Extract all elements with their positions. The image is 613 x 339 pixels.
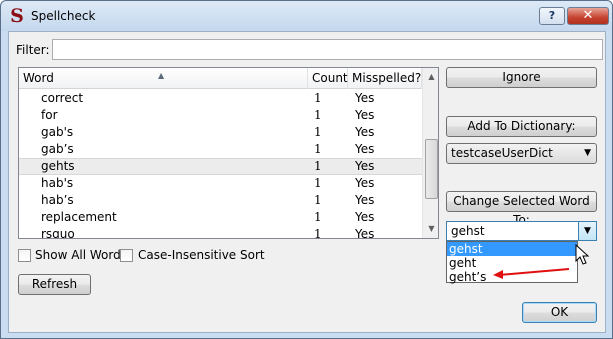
- filter-label: Filter:: [16, 43, 50, 57]
- refresh-button[interactable]: Refresh: [18, 274, 91, 295]
- list-item[interactable]: rsquo 1 Yes: [19, 226, 422, 239]
- spellcheck-s-icon: S: [10, 5, 24, 27]
- annotation-arrow-icon: [493, 268, 570, 279]
- count-cell: 1: [314, 176, 322, 190]
- word-list[interactable]: Word ▲ Count Misspelled? correct 1 Yes f…: [18, 67, 439, 239]
- filter-input[interactable]: [52, 39, 603, 60]
- spellcheck-window: S Spellcheck ? ✕ Filter: Word ▲ Count Mi…: [0, 0, 613, 339]
- list-item[interactable]: hab's 1 Yes: [19, 175, 422, 192]
- word-cell: for: [41, 108, 58, 122]
- count-cell: 1: [314, 125, 322, 139]
- misspelled-cell: Yes: [355, 210, 375, 224]
- list-item[interactable]: hab’s 1 Yes: [19, 192, 422, 209]
- word-cell: gab’s: [41, 142, 74, 156]
- word-cell: rsquo: [41, 227, 75, 239]
- word-cell: hab’s: [41, 193, 74, 207]
- count-cell: 1: [314, 159, 322, 173]
- dictionary-select-value: testcaseUserDict: [451, 146, 553, 160]
- count-cell: 1: [314, 227, 322, 239]
- count-cell: 1: [314, 142, 322, 156]
- list-item[interactable]: gab's 1 Yes: [19, 124, 422, 141]
- misspelled-cell: Yes: [355, 227, 375, 239]
- count-cell: 1: [314, 193, 322, 207]
- scroll-up-arrow-icon[interactable]: ▲: [425, 70, 438, 84]
- replacement-word-value: gehst: [451, 224, 485, 238]
- dropdown-option[interactable]: gehst: [447, 242, 577, 256]
- count-cell: 1: [314, 91, 322, 105]
- mouse-cursor-icon: [575, 244, 590, 265]
- chevron-down-icon: ▼: [584, 148, 591, 158]
- title-bar[interactable]: S Spellcheck ? ✕: [1, 1, 612, 31]
- list-scrollbar[interactable]: ▲ ▼: [422, 68, 438, 238]
- word-cell: gab's: [41, 125, 74, 139]
- dropdown-arrow-icon[interactable]: ▼: [578, 222, 596, 240]
- list-item[interactable]: replacement 1 Yes: [19, 209, 422, 226]
- sort-ascending-icon: ▲: [158, 71, 165, 80]
- column-header-count[interactable]: Count: [308, 68, 348, 89]
- word-cell: hab's: [41, 176, 74, 190]
- scrollbar-thumb[interactable]: [425, 139, 438, 199]
- add-to-dictionary-button[interactable]: Add To Dictionary:: [446, 116, 597, 137]
- list-item[interactable]: gab’s 1 Yes: [19, 141, 422, 158]
- ok-button[interactable]: OK: [522, 302, 597, 323]
- misspelled-cell: Yes: [355, 176, 375, 190]
- show-all-words-checkbox[interactable]: [18, 249, 31, 262]
- misspelled-cell: Yes: [355, 159, 375, 173]
- misspelled-cell: Yes: [355, 193, 375, 207]
- dictionary-select[interactable]: testcaseUserDict ▼: [446, 143, 597, 164]
- list-header: Word ▲ Count Misspelled?: [19, 68, 422, 89]
- misspelled-cell: Yes: [355, 125, 375, 139]
- column-header-word-label: Word: [23, 71, 54, 85]
- replacement-word-combobox[interactable]: gehst ▼: [446, 221, 597, 241]
- window-title: Spellcheck: [31, 9, 96, 23]
- column-header-word[interactable]: Word ▲: [19, 68, 308, 89]
- count-cell: 1: [314, 108, 322, 122]
- change-selected-word-button[interactable]: Change Selected Word To:: [446, 191, 597, 227]
- word-cell: correct: [41, 91, 84, 105]
- misspelled-cell: Yes: [355, 108, 375, 122]
- close-button[interactable]: ✕: [567, 7, 609, 25]
- case-insensitive-sort-label[interactable]: Case-Insensitive Sort: [138, 248, 265, 262]
- show-all-words-label[interactable]: Show All Words: [35, 248, 127, 262]
- list-item-selected[interactable]: gehts 1 Yes: [19, 158, 422, 175]
- count-cell: 1: [314, 210, 322, 224]
- dialog-body: Filter: Word ▲ Count Misspelled? correct…: [8, 31, 606, 333]
- word-cell: replacement: [41, 210, 117, 224]
- list-item[interactable]: correct 1 Yes: [19, 90, 422, 107]
- misspelled-cell: Yes: [355, 91, 375, 105]
- help-button[interactable]: ?: [539, 7, 565, 25]
- scroll-down-arrow-icon[interactable]: ▼: [425, 222, 438, 236]
- ignore-button[interactable]: Ignore: [446, 67, 597, 88]
- word-cell: gehts: [41, 159, 75, 173]
- list-item[interactable]: for 1 Yes: [19, 107, 422, 124]
- case-insensitive-sort-checkbox[interactable]: [120, 249, 133, 262]
- column-header-misspelled[interactable]: Misspelled?: [348, 68, 422, 89]
- misspelled-cell: Yes: [355, 142, 375, 156]
